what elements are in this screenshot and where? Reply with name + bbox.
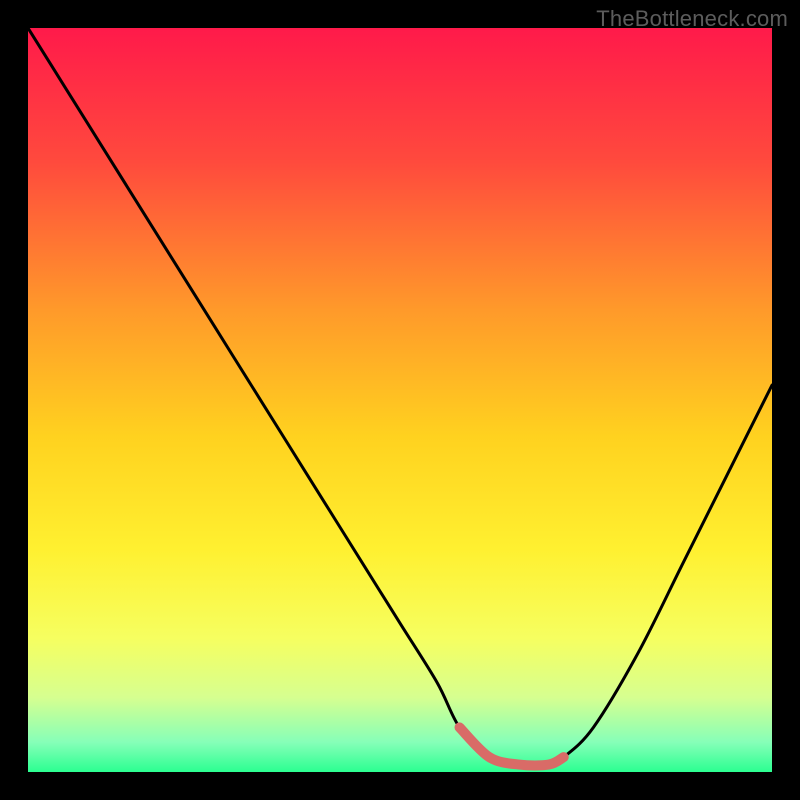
curve-overlay — [28, 28, 772, 772]
bottleneck-curve — [28, 28, 772, 765]
bottleneck-optimal-segment — [460, 727, 564, 765]
plot-area — [28, 28, 772, 772]
chart-frame: TheBottleneck.com — [0, 0, 800, 800]
watermark-text: TheBottleneck.com — [596, 6, 788, 32]
